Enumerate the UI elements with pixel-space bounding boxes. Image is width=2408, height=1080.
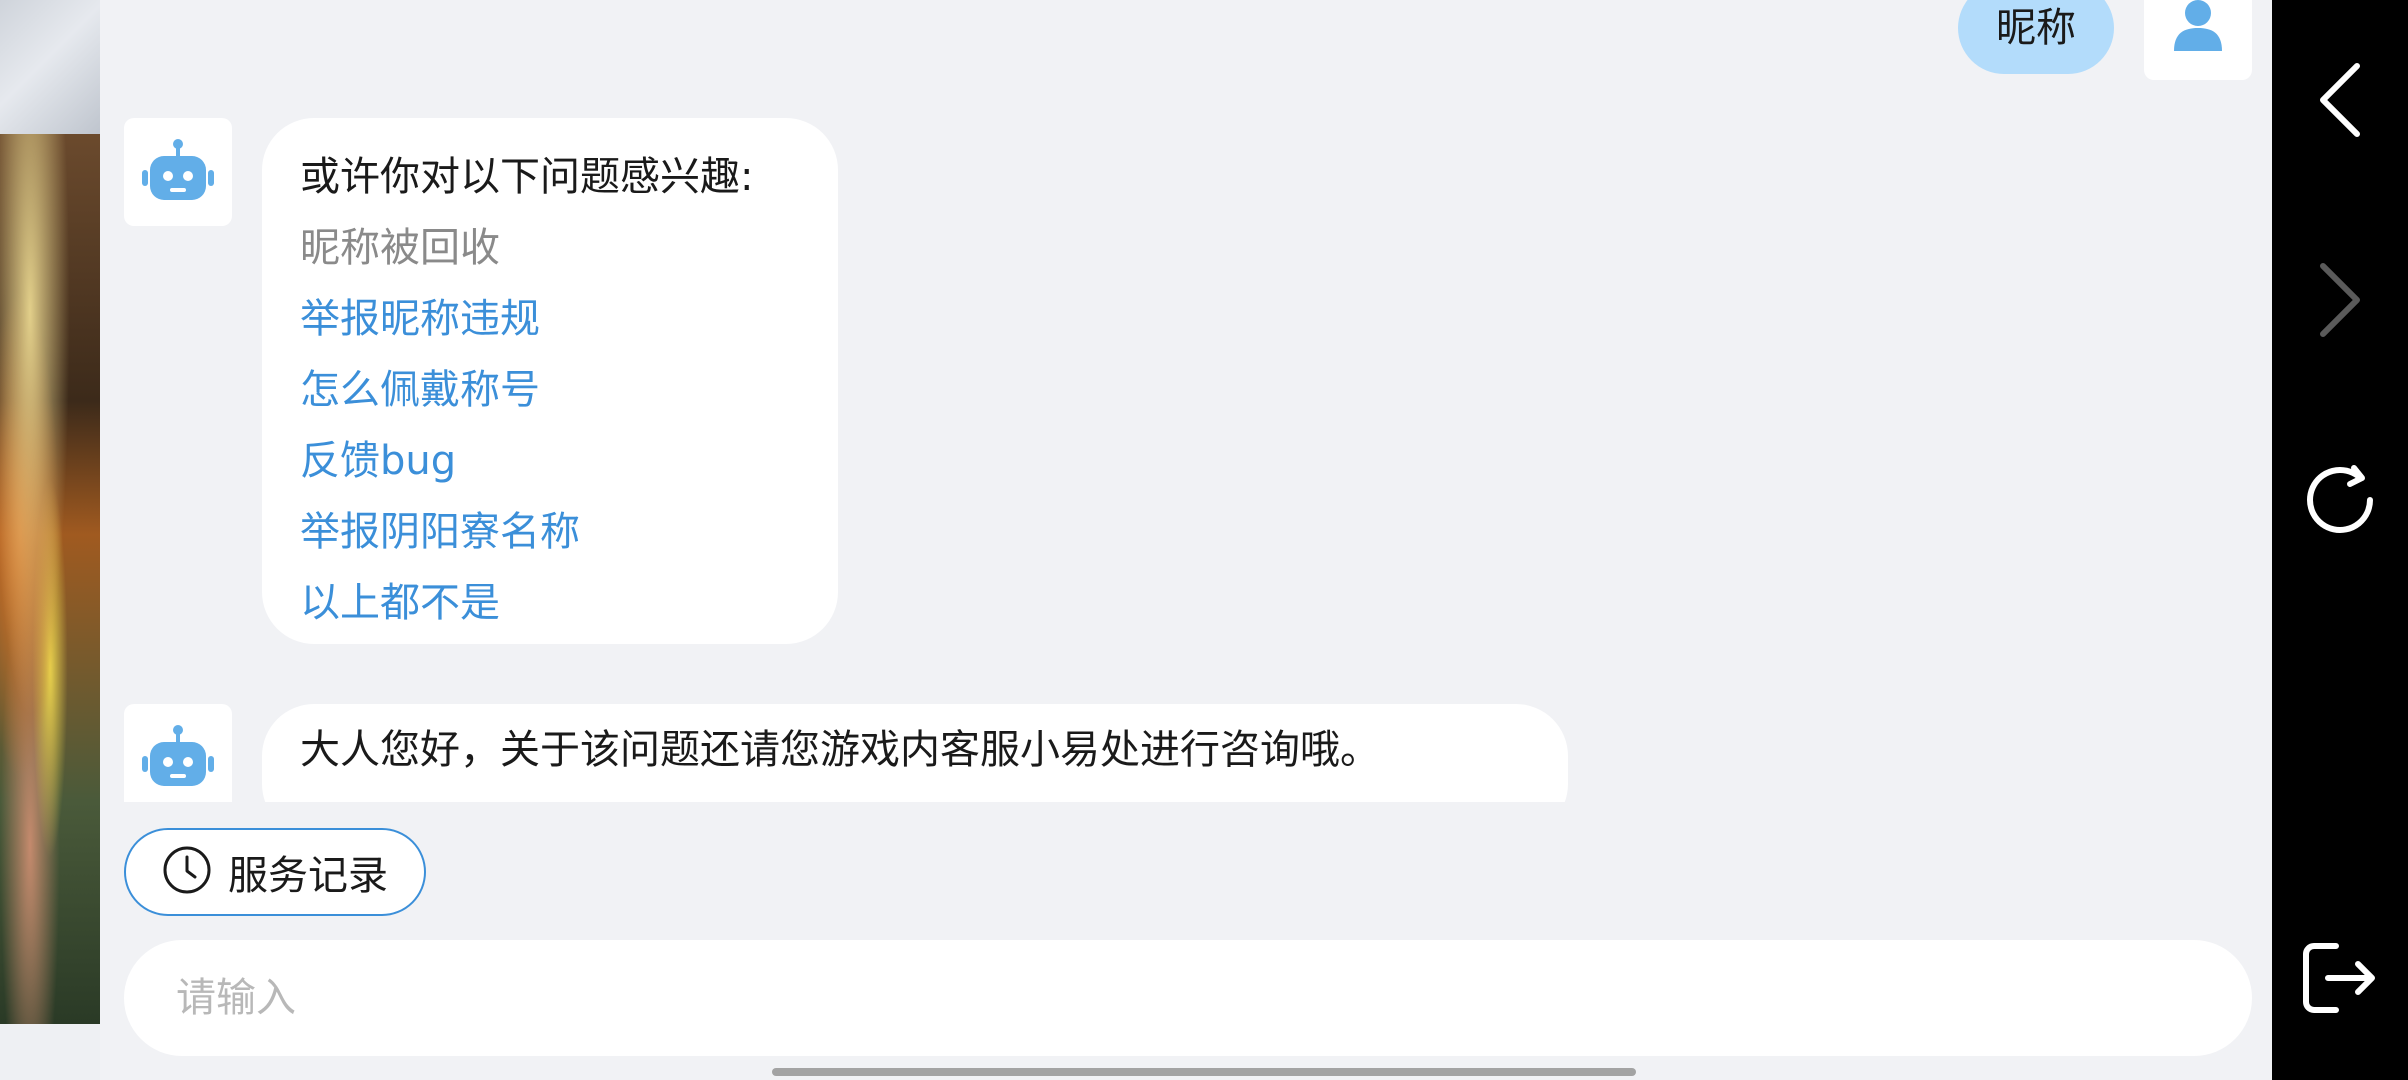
service-history-button[interactable]: 服务记录 (124, 828, 426, 916)
side-navigation-bar (2272, 0, 2408, 1080)
game-art-top (0, 0, 100, 134)
exit-icon (2300, 940, 2380, 1016)
bot-suggestions-bubble: 或许你对以下问题感兴趣: 昵称被回收 举报昵称违规 怎么佩戴称号 反馈bug 举… (262, 118, 838, 644)
home-indicator-bar[interactable] (772, 1068, 1636, 1076)
background-game-art (0, 0, 100, 1080)
game-art-character (0, 134, 100, 1024)
chat-panel: 昵称 或许你对以下问题感兴趣: 昵称被回收 举报昵称违规 怎么佩戴称号 反馈bu… (100, 0, 2272, 1080)
game-art-bottom (0, 1024, 100, 1080)
robot-icon (141, 724, 215, 792)
suggestion-item[interactable]: 怎么佩戴称号 (300, 355, 838, 426)
message-input-bar[interactable] (124, 940, 2252, 1056)
bot-avatar (124, 704, 232, 802)
refresh-icon (2300, 460, 2380, 540)
suggestion-item[interactable]: 反馈bug (300, 426, 838, 497)
user-icon (2170, 0, 2226, 57)
service-history-label: 服务记录 (228, 853, 388, 899)
robot-icon (141, 138, 215, 206)
bot-reply-text: 大人您好，关于该问题还请您游戏内客服小易处进行咨询哦。 (300, 727, 1380, 773)
clock-icon (162, 845, 212, 899)
exit-button[interactable] (2272, 918, 2408, 1038)
user-message-text: 昵称 (1996, 5, 2076, 51)
back-arrow-icon (2315, 60, 2365, 140)
bot-reply-bubble: 大人您好，关于该问题还请您游戏内客服小易处进行咨询哦。 (262, 704, 1568, 802)
message-input[interactable] (174, 974, 2252, 1022)
suggestion-item[interactable]: 举报昵称违规 (300, 284, 838, 355)
user-message-bubble: 昵称 (1958, 0, 2114, 74)
suggestion-item[interactable]: 以上都不是 (300, 568, 838, 639)
forward-arrow-icon (2315, 260, 2365, 340)
suggestions-intro: 或许你对以下问题感兴趣: (300, 154, 754, 200)
suggestion-item[interactable]: 举报阴阳寮名称 (300, 497, 838, 568)
bot-avatar (124, 118, 232, 226)
suggestion-item[interactable]: 昵称被回收 (300, 213, 838, 284)
back-button[interactable] (2272, 40, 2408, 160)
forward-button[interactable] (2272, 240, 2408, 360)
user-avatar (2144, 0, 2252, 80)
refresh-button[interactable] (2272, 440, 2408, 560)
bot-reply-row: 大人您好，关于该问题还请您游戏内客服小易处进行咨询哦。 (100, 704, 2272, 802)
